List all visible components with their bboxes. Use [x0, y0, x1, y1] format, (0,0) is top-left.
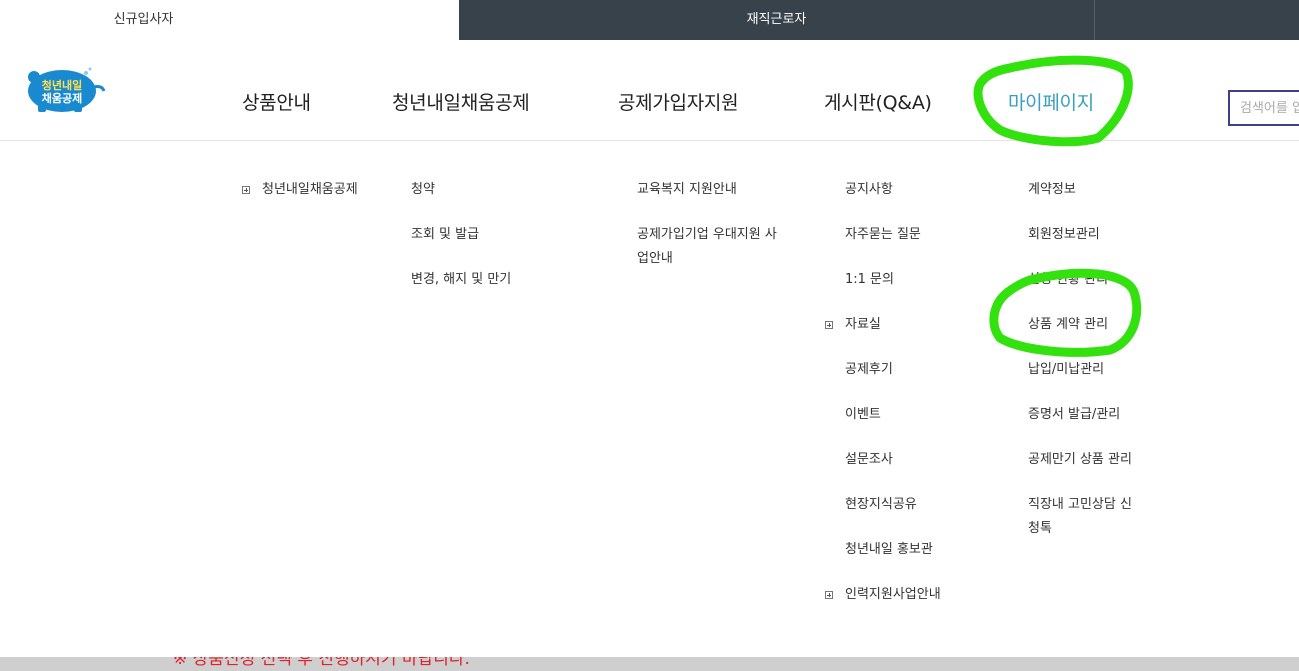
tab-new-employee[interactable]: 신규입사자	[0, 0, 459, 40]
expand-plus-icon[interactable]	[825, 591, 833, 599]
submenu-promo-hall[interactable]: 청년내일 홍보관	[845, 538, 933, 562]
submenu-survey[interactable]: 설문조사	[845, 448, 893, 472]
logo-text-line2: 채움공제	[42, 91, 82, 105]
submenu-maturity-product[interactable]: 공제만기 상품 관리	[1028, 448, 1132, 472]
submenu-payment[interactable]: 납입/미납관리	[1028, 358, 1104, 382]
search-input[interactable]	[1228, 90, 1299, 126]
gnb-member-support[interactable]: 공제가입자지원	[618, 88, 739, 115]
gnb-board-qa[interactable]: 게시판(Q&A)	[824, 88, 932, 115]
expand-plus-icon[interactable]	[825, 321, 833, 329]
submenu-workforce-support[interactable]: 인력지원사업안내	[845, 583, 941, 607]
expand-plus-icon[interactable]	[242, 186, 250, 194]
header-divider	[0, 140, 1299, 141]
submenu-archive[interactable]: 자료실	[845, 313, 881, 337]
submenu-contract-info[interactable]: 계약정보	[1028, 178, 1076, 202]
submenu-event[interactable]: 이벤트	[845, 403, 881, 427]
top-tab-bar: 신규입사자 재직근로자	[0, 0, 1299, 40]
submenu-counseling-talk[interactable]: 직장내 고민상담 신청톡	[1028, 493, 1133, 541]
piggy-bank-logo-icon: 청년내일 채움공제	[28, 67, 106, 112]
submenu-apply[interactable]: 청약	[411, 178, 435, 202]
site-logo[interactable]: 청년내일 채움공제	[22, 63, 110, 115]
logo-text-line1: 청년내일	[42, 78, 82, 92]
submenu-member-info[interactable]: 회원정보관리	[1028, 223, 1100, 247]
submenu-field-knowledge[interactable]: 현장지식공유	[845, 493, 917, 517]
submenu-application-status[interactable]: 신청 현황 관리	[1028, 268, 1108, 292]
submenu-inquiry-issue[interactable]: 조회 및 발급	[411, 223, 479, 247]
gnb-product-info[interactable]: 상품안내	[242, 88, 311, 115]
gnb-youth-fund[interactable]: 청년내일채움공제	[392, 88, 530, 115]
submenu-certificate[interactable]: 증명서 발급/관리	[1028, 403, 1120, 427]
submenu-change-cancel[interactable]: 변경, 해지 및 만기	[411, 268, 511, 292]
submenu-education-welfare[interactable]: 교육복지 지원안내	[637, 178, 737, 202]
submenu-youth-fund[interactable]: 청년내일채움공제	[262, 178, 358, 202]
tab-extra[interactable]	[1094, 0, 1299, 40]
submenu-product-contract[interactable]: 상품 계약 관리	[1028, 313, 1108, 337]
submenu-one-to-one[interactable]: 1:1 문의	[845, 268, 894, 292]
submenu-company-preference[interactable]: 공제가입기업 우대지원 사업안내	[637, 223, 787, 271]
gnb-mypage[interactable]: 마이페이지	[1008, 88, 1094, 115]
tab-current-worker[interactable]: 재직근로자	[459, 0, 1094, 40]
submenu-notice[interactable]: 공지사항	[845, 178, 893, 202]
submenu-faq[interactable]: 자주묻는 질문	[845, 223, 921, 247]
submenu-reviews[interactable]: 공제후기	[845, 358, 893, 382]
